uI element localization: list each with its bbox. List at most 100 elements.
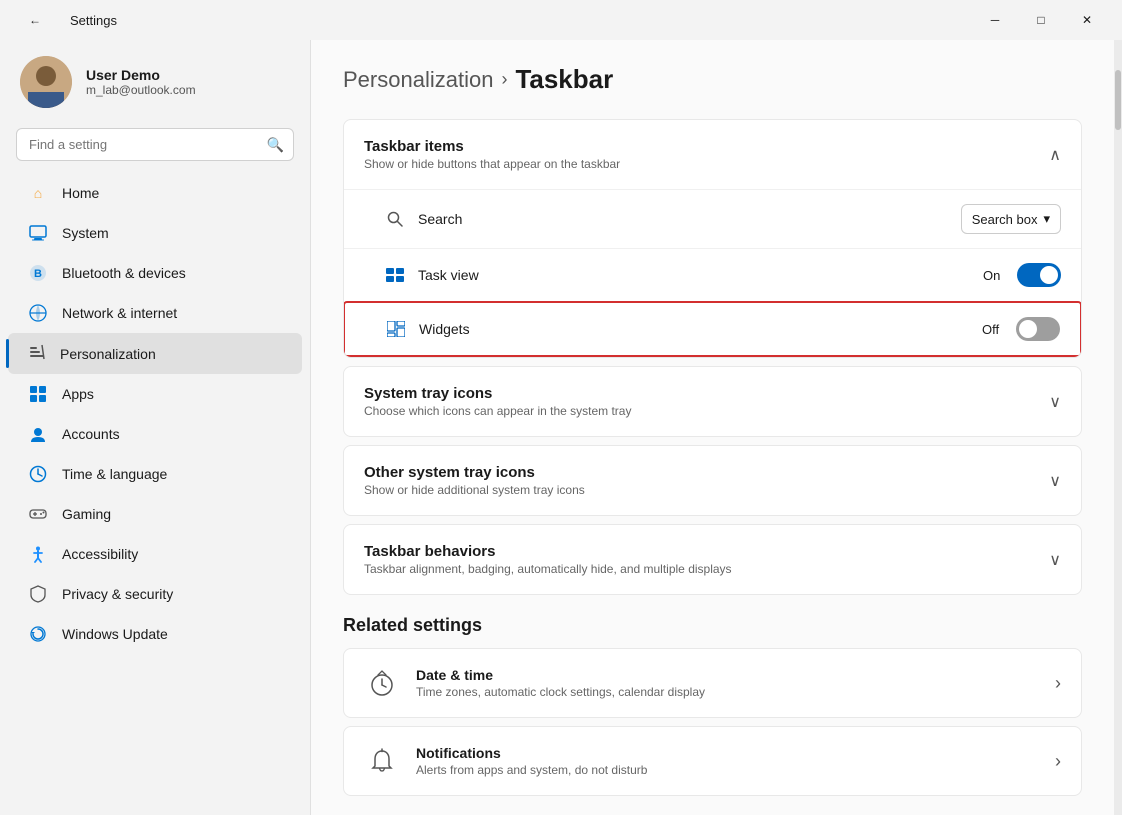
- scrollbar-track[interactable]: [1114, 40, 1122, 815]
- page-header: Personalization › Taskbar: [343, 64, 1082, 95]
- other-system-tray-header[interactable]: Other system tray icons Show or hide add…: [344, 446, 1081, 515]
- datetime-related-card[interactable]: Date & time Time zones, automatic clock …: [343, 648, 1082, 718]
- scrollbar-thumb[interactable]: [1115, 70, 1121, 130]
- sidebar: User Demo m_lab@outlook.com 🔍 ⌂ Home: [0, 40, 310, 815]
- sidebar-item-label-personalization: Personalization: [60, 346, 156, 362]
- sidebar-item-update[interactable]: Windows Update: [8, 614, 302, 654]
- sidebar-item-label-update: Windows Update: [62, 626, 168, 642]
- sidebar-item-personalization[interactable]: Personalization: [8, 333, 302, 374]
- taskbar-behaviors-header[interactable]: Taskbar behaviors Taskbar alignment, bad…: [344, 525, 1081, 594]
- search-dropdown[interactable]: Search box ▾: [961, 204, 1061, 234]
- notifications-desc: Alerts from apps and system, do not dist…: [416, 763, 647, 777]
- other-system-tray-chevron-icon: ∨: [1049, 471, 1061, 491]
- system-tray-desc: Choose which icons can appear in the sys…: [364, 404, 631, 418]
- sidebar-item-accessibility[interactable]: Accessibility: [8, 534, 302, 574]
- widgets-toggle-knob: [1019, 320, 1037, 338]
- taskview-setting-right: On: [983, 263, 1061, 287]
- search-dropdown-value: Search box: [972, 212, 1038, 227]
- sidebar-item-gaming[interactable]: Gaming: [8, 494, 302, 534]
- search-input[interactable]: [16, 128, 294, 161]
- taskbar-items-label: Taskbar items: [364, 138, 620, 155]
- apps-icon: [28, 384, 48, 404]
- sidebar-item-label-gaming: Gaming: [62, 506, 111, 522]
- taskview-row-icon: [384, 264, 406, 286]
- system-tray-header[interactable]: System tray icons Choose which icons can…: [344, 367, 1081, 436]
- sidebar-item-apps[interactable]: Apps: [8, 374, 302, 414]
- taskbar-items-section: Taskbar items Show or hide buttons that …: [343, 119, 1082, 358]
- main-content: Personalization › Taskbar Taskbar items …: [310, 40, 1114, 815]
- user-name: User Demo: [86, 67, 196, 83]
- app-title: Settings: [70, 13, 117, 28]
- sidebar-item-bluetooth[interactable]: B Bluetooth & devices: [8, 253, 302, 293]
- taskview-setting-row: Task view On: [344, 248, 1081, 301]
- home-icon: ⌂: [28, 183, 48, 203]
- taskbar-behaviors-label: Taskbar behaviors: [364, 543, 732, 560]
- privacy-icon: [28, 584, 48, 604]
- system-tray-label: System tray icons: [364, 385, 631, 402]
- user-profile[interactable]: User Demo m_lab@outlook.com: [0, 40, 310, 128]
- sidebar-item-time[interactable]: Time & language: [8, 454, 302, 494]
- widgets-setting-label: Widgets: [419, 321, 470, 337]
- search-setting-row: Search Search box ▾: [344, 189, 1081, 248]
- taskview-toggle-knob: [1040, 266, 1058, 284]
- sidebar-nav: ⌂ Home System B: [0, 173, 310, 654]
- sidebar-item-home[interactable]: ⌂ Home: [8, 173, 302, 213]
- sidebar-item-label-home: Home: [62, 185, 99, 201]
- breadcrumb-chevron: ›: [501, 69, 507, 90]
- sidebar-item-network[interactable]: Network & internet: [8, 293, 302, 333]
- widgets-row-icon: [385, 318, 407, 340]
- search-icon: 🔍: [267, 136, 284, 153]
- user-email: m_lab@outlook.com: [86, 83, 196, 97]
- sidebar-item-privacy[interactable]: Privacy & security: [8, 574, 302, 614]
- notifications-card-left: Notifications Alerts from apps and syste…: [364, 743, 647, 779]
- taskbar-items-chevron-up-icon: ∧: [1049, 145, 1061, 165]
- widgets-setting-row: Widgets Off: [343, 301, 1082, 357]
- datetime-card-left: Date & time Time zones, automatic clock …: [364, 665, 705, 701]
- bluetooth-icon: B: [28, 263, 48, 283]
- taskbar-items-desc: Show or hide buttons that appear on the …: [364, 157, 620, 171]
- minimize-button[interactable]: ─: [972, 4, 1018, 36]
- widgets-toggle[interactable]: [1016, 317, 1060, 341]
- back-button[interactable]: ←: [12, 4, 58, 36]
- sidebar-item-label-system: System: [62, 225, 109, 241]
- network-icon: [28, 303, 48, 323]
- sidebar-item-label-time: Time & language: [62, 466, 167, 482]
- taskbar-items-header-text: Taskbar items Show or hide buttons that …: [364, 138, 620, 171]
- sidebar-item-accounts[interactable]: Accounts: [8, 414, 302, 454]
- search-setting-right: Search box ▾: [961, 204, 1061, 234]
- notifications-chevron-icon: ›: [1055, 751, 1061, 772]
- system-tray-section: System tray icons Choose which icons can…: [343, 366, 1082, 437]
- taskbar-items-header[interactable]: Taskbar items Show or hide buttons that …: [344, 120, 1081, 189]
- taskbar-behaviors-chevron-icon: ∨: [1049, 550, 1061, 570]
- search-dropdown-chevron-icon: ▾: [1043, 211, 1050, 227]
- accounts-icon: [28, 424, 48, 444]
- gaming-icon: [28, 504, 48, 524]
- datetime-chevron-icon: ›: [1055, 673, 1061, 694]
- sidebar-item-label-network: Network & internet: [62, 305, 177, 321]
- system-icon: [28, 223, 48, 243]
- close-button[interactable]: ✕: [1064, 4, 1110, 36]
- search-row-icon: [384, 208, 406, 230]
- search-setting-left: Search: [384, 208, 462, 230]
- page-title: Taskbar: [515, 64, 613, 95]
- sidebar-item-system[interactable]: System: [8, 213, 302, 253]
- other-system-tray-desc: Show or hide additional system tray icon…: [364, 483, 585, 497]
- accessibility-icon: [28, 544, 48, 564]
- maximize-button[interactable]: □: [1018, 4, 1064, 36]
- notifications-label: Notifications: [416, 745, 647, 761]
- widgets-setting-right: Off: [982, 317, 1060, 341]
- sidebar-item-label-bluetooth: Bluetooth & devices: [62, 265, 186, 281]
- taskbar-behaviors-desc: Taskbar alignment, badging, automaticall…: [364, 562, 732, 576]
- sidebar-item-label-privacy: Privacy & security: [62, 586, 173, 602]
- datetime-card-text: Date & time Time zones, automatic clock …: [416, 667, 705, 699]
- notifications-related-card[interactable]: Notifications Alerts from apps and syste…: [343, 726, 1082, 796]
- user-info: User Demo m_lab@outlook.com: [86, 67, 196, 97]
- system-tray-chevron-icon: ∨: [1049, 392, 1061, 412]
- svg-text:B: B: [34, 268, 42, 280]
- taskview-toggle[interactable]: [1017, 263, 1061, 287]
- related-settings-heading: Related settings: [343, 615, 1082, 636]
- search-box: 🔍: [16, 128, 294, 161]
- notifications-icon: [364, 743, 400, 779]
- taskbar-behaviors-section: Taskbar behaviors Taskbar alignment, bad…: [343, 524, 1082, 595]
- datetime-desc: Time zones, automatic clock settings, ca…: [416, 685, 705, 699]
